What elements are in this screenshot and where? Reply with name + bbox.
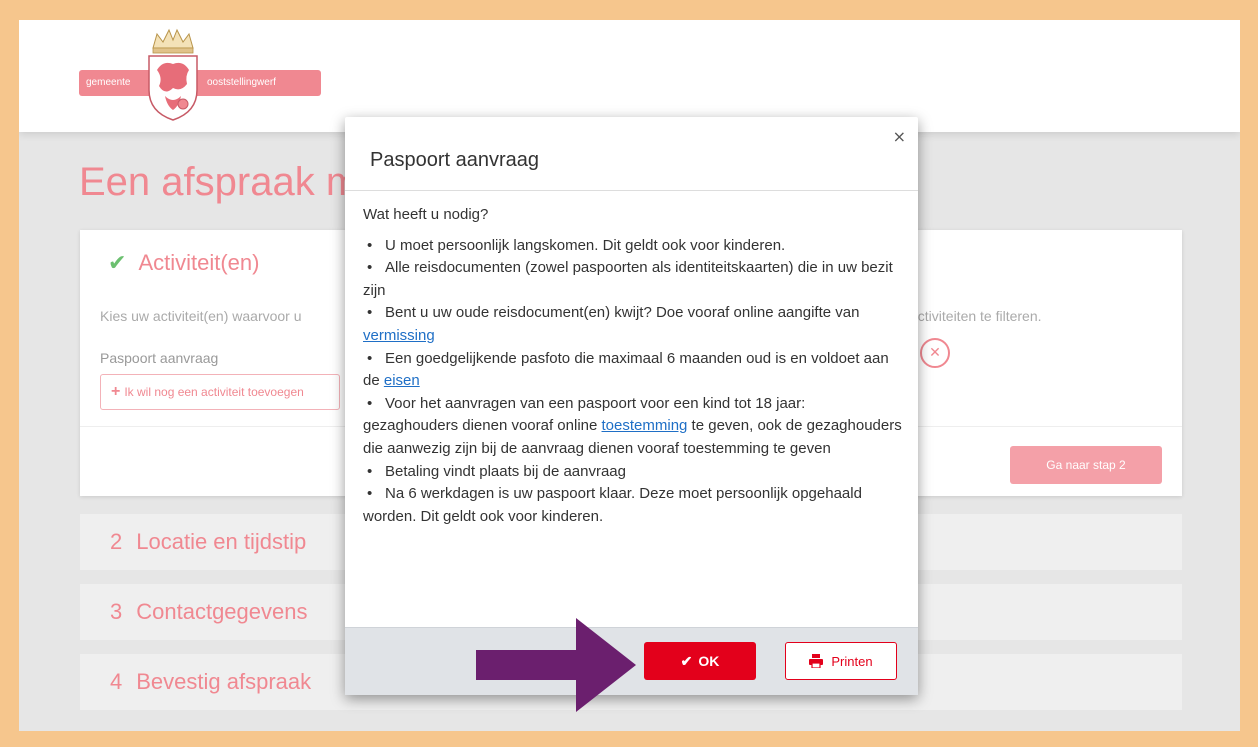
modal-separator [345,190,918,191]
step-number: 2 [110,529,123,554]
remove-icon[interactable]: ✕ [920,338,950,368]
next-step-button[interactable]: Ga naar stap 2 [1010,446,1162,484]
add-activity-button[interactable]: + Ik wil nog een activiteit toevoegen [100,374,340,410]
logo-text-right: ooststellingwerf [207,77,276,88]
eisen-link[interactable]: eisen [384,372,420,389]
add-activity-label: Ik wil nog een activiteit toevoegen [124,385,304,399]
site-header: gemeente ooststellingwerf [19,20,1240,132]
step-label: Contactgegevens [136,599,308,624]
passport-modal: × Paspoort aanvraag Wat heeft u nodig? U… [345,117,918,695]
step-number: 3 [110,599,123,624]
requirement-item: Bent u uw oude reisdocument(en) kwijt? D… [363,302,903,347]
municipality-logo[interactable]: gemeente ooststellingwerf [79,26,321,126]
step-1-description-right: activiteiten te filteren. [910,308,1042,324]
check-icon: ✔ [108,250,127,276]
vermissing-link[interactable]: vermissing [363,327,435,344]
page-title: Een afspraak m [79,160,349,204]
requirement-item: Een goedgelijkende pasfoto die maximaal … [363,348,903,393]
requirement-item: Alle reisdocumenten (zowel paspoorten al… [363,257,903,302]
selected-activity-label: Paspoort aanvraag [100,350,219,366]
check-icon: ✔ [680,652,693,669]
close-icon[interactable]: × [893,127,906,146]
modal-body: Wat heeft u nodig? U moet persoonlijk la… [363,204,903,528]
step-1-description: Kies uw activiteit(en) waarvoor u [100,308,302,324]
toestemming-link[interactable]: toestemming [602,417,688,434]
requirement-item: U moet persoonlijk langskomen. Dit geldt… [363,235,903,258]
print-button[interactable]: Printen [785,642,897,680]
step-label: Locatie en tijdstip [136,529,307,554]
ok-button[interactable]: ✔ OK [644,642,756,680]
requirement-item: Betaling vindt plaats bij de aanvraag [363,461,903,484]
modal-intro: Wat heeft u nodig? [363,206,489,223]
logo-text-left: gemeente [86,77,131,88]
step-1-title: Activiteit(en) [138,250,260,275]
print-label: Printen [831,653,873,669]
plus-icon: + [111,383,121,400]
arrow-pointer-icon [476,618,636,712]
app-frame: gemeente ooststellingwerf Een afspraak m… [19,20,1240,731]
requirement-item: Na 6 werkdagen is uw paspoort klaar. Dez… [363,483,903,528]
step-label: Bevestig afspraak [136,669,312,694]
modal-title: Paspoort aanvraag [370,149,540,171]
printer-icon [809,654,824,668]
step-1-header[interactable]: ✔ Activiteit(en) [108,250,259,276]
requirement-item: Voor het aanvragen van een paspoort voor… [363,393,903,461]
step-number: 4 [110,669,123,694]
crest-icon [148,28,198,121]
ok-label: OK [698,653,720,669]
